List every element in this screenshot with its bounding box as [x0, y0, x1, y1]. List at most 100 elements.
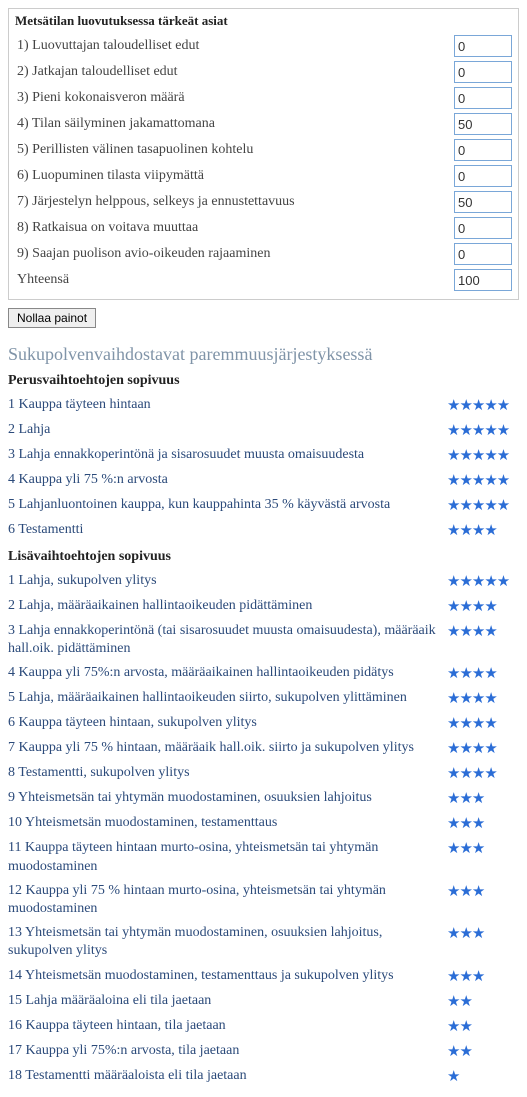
- weight-label: 6) Luopuminen tilasta viipymättä: [15, 168, 454, 184]
- sum-row: Yhteensä: [15, 267, 512, 293]
- result-row: 15 Lahja määräaloina eli tila jaetaan★★: [8, 989, 519, 1014]
- weight-input[interactable]: [454, 35, 512, 57]
- star-rating: ★★★★: [447, 597, 519, 616]
- result-row: 3 Lahja ennakkoperintönä ja sisarosuudet…: [8, 443, 519, 468]
- star-rating: ★★★★: [447, 622, 519, 641]
- result-row: 4 Kauppa yli 75 %:n arvosta★★★★★: [8, 468, 519, 493]
- result-label[interactable]: 8 Testamentti, sukupolven ylitys: [8, 764, 447, 782]
- weight-row: 9) Saajan puolison avio-oikeuden rajaami…: [15, 241, 512, 267]
- weight-input[interactable]: [454, 87, 512, 109]
- result-row: 17 Kauppa yli 75%:n arvosta, tila jaetaa…: [8, 1039, 519, 1064]
- result-row: 12 Kauppa yli 75 % hintaan murto-osina, …: [8, 879, 519, 921]
- weight-input[interactable]: [454, 243, 512, 265]
- weight-row: 4) Tilan säilyminen jakamattomana: [15, 111, 512, 137]
- star-rating: ★★: [447, 1017, 519, 1036]
- weight-row: 2) Jatkajan taloudelliset edut: [15, 59, 512, 85]
- weight-label: 8) Ratkaisua on voitava muuttaa: [15, 220, 454, 236]
- result-label[interactable]: 15 Lahja määräaloina eli tila jaetaan: [8, 992, 447, 1010]
- star-rating: ★★★★: [447, 739, 519, 758]
- star-rating: ★★★: [447, 882, 519, 901]
- result-row: 4 Kauppa yli 75%:n arvosta, määräaikaine…: [8, 661, 519, 686]
- result-row: 11 Kauppa täyteen hintaan murto-osina, y…: [8, 836, 519, 878]
- result-row: 16 Kauppa täyteen hintaan, tila jaetaan★…: [8, 1014, 519, 1039]
- star-rating: ★★★★★: [447, 396, 519, 415]
- panel-title: Metsätilan luovutuksessa tärkeät asiat: [15, 13, 512, 29]
- ranking-heading: Sukupolvenvaihdostavat paremmuusjärjesty…: [8, 344, 519, 365]
- result-row: 2 Lahja, määräaikainen hallintaoikeuden …: [8, 594, 519, 619]
- star-rating: ★★★: [447, 924, 519, 943]
- result-row: 1 Kauppa täyteen hintaan★★★★★: [8, 393, 519, 418]
- star-rating: ★★★★★: [447, 421, 519, 440]
- result-label[interactable]: 9 Yhteismetsän tai yhtymän muodostaminen…: [8, 789, 447, 807]
- weight-label: 9) Saajan puolison avio-oikeuden rajaami…: [15, 246, 454, 262]
- weight-input[interactable]: [454, 165, 512, 187]
- weights-container: 1) Luovuttajan taloudelliset edut 2) Jatk…: [15, 33, 512, 267]
- result-label[interactable]: 4 Kauppa yli 75 %:n arvosta: [8, 471, 447, 489]
- result-row: 5 Lahja, määräaikainen hallintaoikeuden …: [8, 686, 519, 711]
- star-rating: ★★★★★: [447, 496, 519, 515]
- group-heading: Lisävaihtoehtojen sopivuus: [8, 549, 519, 565]
- group-heading: Perusvaihtoehtojen sopivuus: [8, 373, 519, 389]
- star-rating: ★★★: [447, 839, 519, 858]
- result-row: 3 Lahja ennakkoperintönä (tai sisarosuud…: [8, 619, 519, 661]
- result-label[interactable]: 4 Kauppa yli 75%:n arvosta, määräaikaine…: [8, 664, 447, 682]
- weight-row: 8) Ratkaisua on voitava muuttaa: [15, 215, 512, 241]
- result-label[interactable]: 5 Lahja, määräaikainen hallintaoikeuden …: [8, 689, 447, 707]
- result-label[interactable]: 7 Kauppa yli 75 % hintaan, määräaik hall…: [8, 739, 447, 757]
- weight-label: 2) Jatkajan taloudelliset edut: [15, 64, 454, 80]
- weight-input[interactable]: [454, 113, 512, 135]
- result-row: 6 Testamentti★★★★: [8, 518, 519, 543]
- weight-input[interactable]: [454, 139, 512, 161]
- star-rating: ★★: [447, 1042, 519, 1061]
- result-label[interactable]: 6 Kauppa täyteen hintaan, sukupolven yli…: [8, 714, 447, 732]
- result-label[interactable]: 6 Testamentti: [8, 521, 447, 539]
- result-label[interactable]: 3 Lahja ennakkoperintönä (tai sisarosuud…: [8, 622, 447, 658]
- star-rating: ★: [447, 1067, 519, 1086]
- result-label[interactable]: 3 Lahja ennakkoperintönä ja sisarosuudet…: [8, 446, 447, 464]
- result-label[interactable]: 2 Lahja: [8, 421, 447, 439]
- weight-row: 6) Luopuminen tilasta viipymättä: [15, 163, 512, 189]
- result-label[interactable]: 14 Yhteismetsän muodostaminen, testament…: [8, 967, 447, 985]
- result-row: 8 Testamentti, sukupolven ylitys★★★★: [8, 761, 519, 786]
- reset-weights-button[interactable]: Nollaa painot: [8, 308, 96, 328]
- result-label[interactable]: 12 Kauppa yli 75 % hintaan murto-osina, …: [8, 882, 447, 918]
- result-label[interactable]: 11 Kauppa täyteen hintaan murto-osina, y…: [8, 839, 447, 875]
- star-rating: ★★★: [447, 789, 519, 808]
- star-rating: ★★★: [447, 967, 519, 986]
- star-rating: ★★★★: [447, 521, 519, 540]
- result-row: 18 Testamentti määräaloista eli tila jae…: [8, 1064, 519, 1089]
- weight-input[interactable]: [454, 61, 512, 83]
- weight-row: 1) Luovuttajan taloudelliset edut: [15, 33, 512, 59]
- weight-input[interactable]: [454, 191, 512, 213]
- result-label[interactable]: 5 Lahjanluontoinen kauppa, kun kauppahin…: [8, 496, 447, 514]
- weight-label: 3) Pieni kokonaisveron määrä: [15, 90, 454, 106]
- result-label[interactable]: 10 Yhteismetsän muodostaminen, testament…: [8, 814, 447, 832]
- weight-label: 4) Tilan säilyminen jakamattomana: [15, 116, 454, 132]
- weight-label: 1) Luovuttajan taloudelliset edut: [15, 38, 454, 54]
- star-rating: ★★: [447, 992, 519, 1011]
- result-label[interactable]: 1 Kauppa täyteen hintaan: [8, 396, 447, 414]
- result-label[interactable]: 1 Lahja, sukupolven ylitys: [8, 572, 447, 590]
- result-row: 2 Lahja★★★★★: [8, 418, 519, 443]
- weight-label: 7) Järjestelyn helppous, selkeys ja ennu…: [15, 194, 454, 210]
- star-rating: ★★★★★: [447, 471, 519, 490]
- star-rating: ★★★★: [447, 664, 519, 683]
- result-row: 5 Lahjanluontoinen kauppa, kun kauppahin…: [8, 493, 519, 518]
- result-label[interactable]: 18 Testamentti määräaloista eli tila jae…: [8, 1067, 447, 1085]
- weight-row: 5) Perillisten välinen tasapuolinen koht…: [15, 137, 512, 163]
- result-label[interactable]: 16 Kauppa täyteen hintaan, tila jaetaan: [8, 1017, 447, 1035]
- weight-row: 3) Pieni kokonaisveron määrä: [15, 85, 512, 111]
- result-label[interactable]: 2 Lahja, määräaikainen hallintaoikeuden …: [8, 597, 447, 615]
- result-label[interactable]: 17 Kauppa yli 75%:n arvosta, tila jaetaa…: [8, 1042, 447, 1060]
- star-rating: ★★★★: [447, 714, 519, 733]
- weight-row: 7) Järjestelyn helppous, selkeys ja ennu…: [15, 189, 512, 215]
- result-label[interactable]: 13 Yhteismetsän tai yhtymän muodostamine…: [8, 924, 447, 960]
- star-rating: ★★★: [447, 814, 519, 833]
- weight-label: 5) Perillisten välinen tasapuolinen koht…: [15, 142, 454, 158]
- weight-input[interactable]: [454, 217, 512, 239]
- result-row: 13 Yhteismetsän tai yhtymän muodostamine…: [8, 921, 519, 963]
- star-rating: ★★★★★: [447, 446, 519, 465]
- result-row: 14 Yhteismetsän muodostaminen, testament…: [8, 964, 519, 989]
- star-rating: ★★★★: [447, 689, 519, 708]
- groups-container: Perusvaihtoehtojen sopivuus 1 Kauppa täyt…: [8, 373, 519, 1089]
